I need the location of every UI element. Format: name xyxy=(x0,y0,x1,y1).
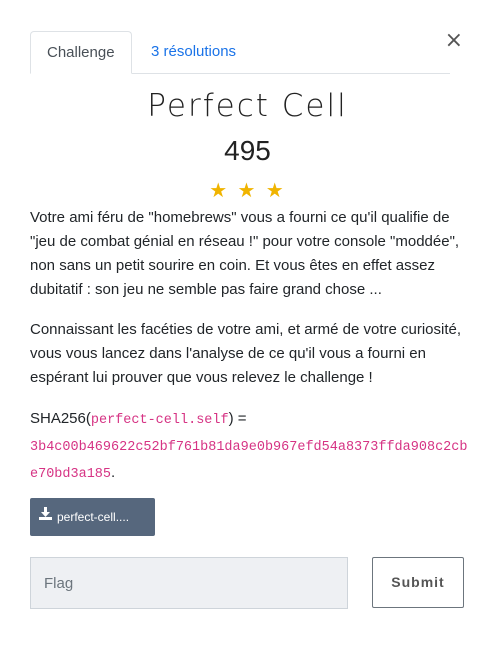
difficulty-stars-icon: ★ ★ ★ xyxy=(209,178,286,202)
sha-suffix: ) = xyxy=(228,410,247,427)
sha-end: . xyxy=(111,464,116,481)
challenge-points: 495 xyxy=(224,135,271,166)
submit-button[interactable]: Submit xyxy=(372,557,464,608)
tab-challenge[interactable]: Challenge xyxy=(30,31,132,74)
sha256-line: SHA256(perfect-cell.self) = 3b4c00b46962… xyxy=(30,406,470,487)
download-file-button[interactable]: perfect-cell.... xyxy=(30,498,155,536)
sha-hash: 3b4c00b469622c52bf761b81da9e0b967efd54a8… xyxy=(30,440,468,482)
description-paragraph-2: Connaissant les facéties de votre ami, e… xyxy=(30,321,462,386)
sha-prefix: SHA256( xyxy=(30,410,91,427)
tab-resolutions[interactable]: 3 résolutions xyxy=(135,31,252,72)
sha-filename: perfect-cell.self xyxy=(90,413,229,428)
download-icon xyxy=(39,498,52,535)
challenge-title: Perfect Cell xyxy=(147,88,348,124)
flag-input[interactable] xyxy=(30,557,348,609)
tab-bar: Challenge 3 résolutions xyxy=(30,31,450,74)
description-paragraph-1: Votre ami féru de "homebrews" vous a fou… xyxy=(30,209,460,298)
download-file-label: perfect-cell.... xyxy=(57,510,130,524)
